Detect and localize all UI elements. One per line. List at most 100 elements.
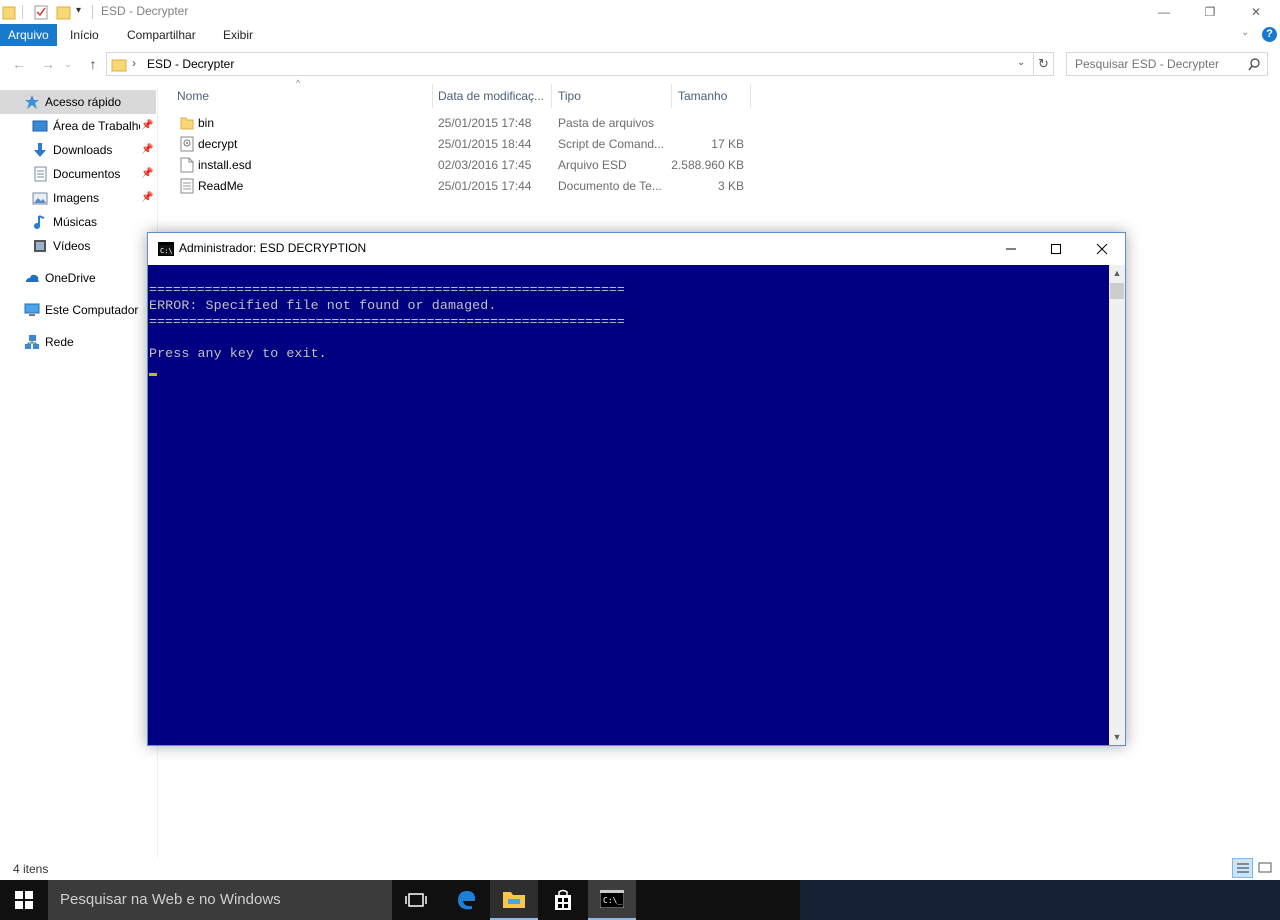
quick-access-toolbar-dropdown-icon[interactable]: ▾ — [76, 5, 81, 16]
file-icon — [180, 157, 194, 173]
nav-item-desktop[interactable]: Área de Trabalho — [32, 115, 140, 137]
details-view-button[interactable] — [1232, 858, 1253, 878]
console-maximize-button[interactable] — [1033, 233, 1079, 265]
nav-item-downloads[interactable]: Downloads — [32, 139, 140, 161]
view-toggle — [1232, 858, 1274, 878]
close-icon — [1096, 243, 1108, 255]
command-prompt-icon: C:\_ — [600, 890, 624, 908]
console-minimize-button[interactable] — [988, 233, 1034, 265]
pin-icon[interactable]: 📌 — [141, 144, 153, 155]
console-output[interactable]: ========================================… — [148, 265, 1109, 745]
file-type: Arquivo ESD — [558, 158, 627, 172]
ribbon-tabs: Arquivo Início Compartilhar Exibir ⌄ ? — [0, 24, 1280, 46]
file-name: ReadMe — [198, 179, 244, 193]
tab-exibir[interactable]: Exibir — [215, 24, 261, 46]
breadcrumb-separator-icon[interactable]: › — [132, 56, 136, 70]
file-row[interactable]: bin 25/01/2015 17:48 Pasta de arquivos — [170, 113, 770, 134]
restore-button[interactable]: ❐ — [1187, 0, 1233, 24]
file-row[interactable]: ReadMe 25/01/2015 17:44 Documento de Te.… — [170, 176, 770, 197]
console-close-button[interactable] — [1079, 233, 1125, 265]
nav-item-videos[interactable]: Vídeos — [32, 235, 140, 257]
file-date: 25/01/2015 17:48 — [438, 116, 532, 130]
file-explorer-taskbar-button[interactable] — [490, 880, 538, 920]
properties-icon[interactable] — [33, 4, 49, 20]
console-title-bar[interactable]: C:\ Administrador: ESD DECRYPTION — [148, 233, 1125, 265]
edge-button[interactable] — [442, 880, 490, 920]
task-view-button[interactable] — [392, 880, 440, 920]
file-row[interactable]: install.esd 02/03/2016 17:45 Arquivo ESD… — [170, 155, 770, 176]
tab-arquivo[interactable]: Arquivo — [0, 24, 57, 46]
search-box[interactable] — [1066, 52, 1268, 76]
back-button[interactable]: ← — [9, 54, 29, 74]
forward-button[interactable]: → — [38, 54, 58, 74]
address-bar[interactable]: › ESD - Decrypter ⌄ — [106, 52, 1034, 76]
breadcrumb-current-folder[interactable]: ESD - Decrypter — [147, 57, 234, 71]
start-button[interactable] — [0, 880, 48, 920]
scrollbar-thumb[interactable] — [1110, 283, 1124, 299]
nav-item-this-pc[interactable]: Este Computador — [24, 299, 154, 321]
console-line: ========================================… — [149, 314, 625, 329]
file-size: 17 KB — [711, 137, 744, 151]
nav-item-music[interactable]: Músicas — [32, 211, 140, 233]
item-count: 4 itens — [13, 862, 49, 876]
search-input[interactable] — [1075, 57, 1245, 71]
console-line: Press any key to exit. — [149, 346, 327, 361]
up-button[interactable]: ↑ — [83, 54, 103, 74]
edge-browser-icon — [458, 891, 476, 910]
tab-inicio[interactable]: Início — [62, 24, 107, 46]
address-dropdown-icon[interactable]: ⌄ — [1017, 57, 1025, 68]
column-header-name[interactable]: Nome — [171, 84, 429, 108]
refresh-button[interactable]: ↻ — [1034, 52, 1054, 76]
column-header-date[interactable]: Data de modificaç... — [432, 84, 550, 108]
help-icon[interactable]: ? — [1262, 27, 1277, 42]
nav-item-pictures[interactable]: Imagens — [32, 187, 140, 209]
pin-icon[interactable]: 📌 — [141, 120, 153, 131]
console-window[interactable]: C:\ Administrador: ESD DECRYPTION ======… — [147, 232, 1126, 746]
store-icon — [555, 889, 571, 910]
minimize-button[interactable]: — — [1141, 0, 1187, 24]
minimize-icon — [1006, 248, 1016, 250]
store-button[interactable] — [539, 880, 587, 920]
desktop-icon — [32, 120, 48, 132]
recent-locations-dropdown[interactable]: ⌄ — [62, 54, 74, 74]
file-explorer-icon — [503, 892, 525, 908]
explorer-title-bar: ▾ ESD - Decrypter — ❐ ✕ — [0, 0, 1280, 24]
console-scrollbar[interactable]: ▲ ▼ — [1109, 265, 1125, 745]
column-header-size[interactable]: Tamanho — [672, 84, 750, 108]
console-line: ========================================… — [149, 282, 625, 297]
file-date: 25/01/2015 18:44 — [438, 137, 532, 151]
svg-text:C:\: C:\ — [160, 247, 173, 255]
nav-item-onedrive[interactable]: OneDrive — [24, 267, 154, 289]
search-icon[interactable] — [1248, 58, 1261, 71]
taskbar-search[interactable]: Pesquisar na Web e no Windows — [48, 880, 392, 920]
svg-text:C:\_: C:\_ — [603, 896, 622, 905]
pin-icon[interactable]: 📌 — [141, 192, 153, 203]
large-icons-view-icon — [1258, 862, 1272, 873]
file-size: 2.588.960 KB — [671, 158, 744, 172]
file-name: decrypt — [198, 137, 238, 151]
folder-icon — [180, 117, 194, 130]
nav-item-network[interactable]: Rede — [24, 331, 154, 353]
pin-icon[interactable]: 📌 — [141, 168, 153, 179]
nav-item-quick-access[interactable]: Acesso rápido — [24, 91, 154, 113]
scroll-up-icon[interactable]: ▲ — [1109, 265, 1125, 281]
taskbar-search-text[interactable]: Pesquisar na Web e no Windows — [60, 891, 281, 908]
file-type: Script de Comand... — [558, 137, 665, 151]
file-row[interactable]: decrypt 25/01/2015 18:44 Script de Coman… — [170, 134, 770, 155]
console-title: Administrador: ESD DECRYPTION — [179, 241, 367, 255]
close-button[interactable]: ✕ — [1233, 0, 1279, 24]
restore-icon: ❐ — [1204, 5, 1216, 19]
expand-ribbon-icon[interactable]: ⌄ — [1241, 27, 1249, 38]
taskbar: Pesquisar na Web e no Windows C:\_ — [0, 880, 1280, 920]
folder-icon — [2, 6, 16, 20]
nav-item-documents[interactable]: Documentos — [32, 163, 140, 185]
scroll-down-icon[interactable]: ▼ — [1109, 729, 1125, 745]
console-taskbar-button[interactable]: C:\_ — [588, 880, 636, 920]
large-icons-view-button[interactable] — [1256, 858, 1274, 878]
new-folder-icon[interactable] — [56, 4, 72, 20]
task-view-icon — [405, 893, 427, 907]
tab-compartilhar[interactable]: Compartilhar — [119, 24, 204, 46]
column-header-type[interactable]: Tipo — [552, 84, 670, 108]
maximize-icon — [1051, 244, 1061, 254]
close-icon: ✕ — [1250, 5, 1262, 19]
